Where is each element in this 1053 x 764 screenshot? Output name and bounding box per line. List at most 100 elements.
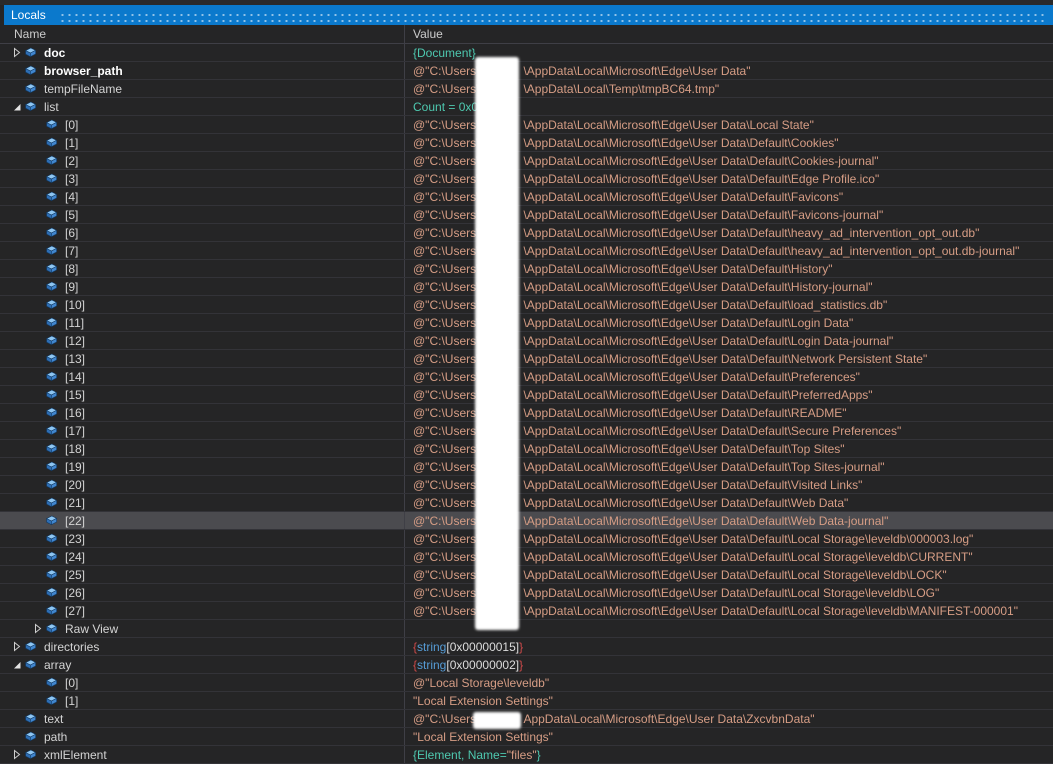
variable-value[interactable]: @"Local Storage\leveldb" [405, 674, 1053, 691]
name-cell[interactable]: [24] [0, 548, 405, 565]
variable-value[interactable]: {string [0x00000015]} [405, 638, 1053, 655]
variable-row[interactable]: [19] @"C:\Users\ \AppData\Local\Microsoft… [0, 458, 1053, 476]
variable-row[interactable]: directories {string [0x00000015]} [0, 638, 1053, 656]
column-header-value[interactable]: Value [405, 25, 1053, 43]
name-cell[interactable]: [1] [0, 692, 405, 709]
variable-row[interactable]: [1] @"C:\Users\ \AppData\Local\Microsoft\… [0, 134, 1053, 152]
tool-window-titlebar[interactable]: Locals [0, 5, 1053, 25]
name-cell[interactable]: [14] [0, 368, 405, 385]
variable-row[interactable]: list Count = 0x0 [0, 98, 1053, 116]
variable-row[interactable]: [27] @"C:\Users\ \AppData\Local\Microsoft… [0, 602, 1053, 620]
name-cell[interactable]: [17] [0, 422, 405, 439]
variable-row[interactable]: [10] @"C:\Users\ \AppData\Local\Microsoft… [0, 296, 1053, 314]
name-cell[interactable]: [18] [0, 440, 405, 457]
name-cell[interactable]: [22] [0, 512, 405, 529]
variable-row[interactable]: [26] @"C:\Users\ \AppData\Local\Microsoft… [0, 584, 1053, 602]
column-header-name[interactable]: Name [0, 25, 405, 43]
variable-row[interactable]: browser_path @"C:\Users\ \AppData\Local\M… [0, 62, 1053, 80]
expander-expanded-icon[interactable] [10, 101, 24, 112]
name-cell[interactable]: [2] [0, 152, 405, 169]
variable-row[interactable]: [15] @"C:\Users\ \AppData\Local\Microsoft… [0, 386, 1053, 404]
expander-collapsed-icon[interactable] [10, 47, 24, 58]
expander-collapsed-icon[interactable] [10, 641, 24, 652]
variable-row[interactable]: [17] @"C:\Users\ \AppData\Local\Microsoft… [0, 422, 1053, 440]
name-cell[interactable]: [12] [0, 332, 405, 349]
name-cell[interactable]: path [0, 728, 405, 745]
variable-row[interactable]: [9] @"C:\Users\ \AppData\Local\Microsoft\… [0, 278, 1053, 296]
name-cell[interactable]: doc [0, 44, 405, 61]
variable-row[interactable]: tempFileName @"C:\Users\ \AppData\Local\T… [0, 80, 1053, 98]
variable-row[interactable]: [8] @"C:\Users\ \AppData\Local\Microsoft\… [0, 260, 1053, 278]
expander-collapsed-icon[interactable] [31, 623, 45, 634]
variable-row[interactable]: [21] @"C:\Users\ \AppData\Local\Microsoft… [0, 494, 1053, 512]
titlebar-drag-grip-dots[interactable] [57, 11, 1047, 22]
variable-row[interactable]: [18] @"C:\Users\ \AppData\Local\Microsoft… [0, 440, 1053, 458]
variable-row[interactable]: xmlElement {Element, Name= "files"} [0, 746, 1053, 764]
variable-value[interactable]: "Local Extension Settings" [405, 728, 1053, 745]
name-cell[interactable]: [9] [0, 278, 405, 295]
variable-value[interactable]: {Element, Name= "files"} [405, 746, 1053, 763]
name-cell[interactable]: [23] [0, 530, 405, 547]
variable-row[interactable]: [4] @"C:\Users\ \AppData\Local\Microsoft\… [0, 188, 1053, 206]
name-cell[interactable]: [4] [0, 188, 405, 205]
name-cell[interactable]: [6] [0, 224, 405, 241]
variable-row[interactable]: [2] @"C:\Users\ \AppData\Local\Microsoft\… [0, 152, 1053, 170]
name-cell[interactable]: [3] [0, 170, 405, 187]
variable-row[interactable]: doc {Document} [0, 44, 1053, 62]
value-segment: @"C:\Users\ [413, 81, 480, 96]
name-cell[interactable]: [25] [0, 566, 405, 583]
variable-value[interactable]: "Local Extension Settings" [405, 692, 1053, 709]
variable-row[interactable]: [25] @"C:\Users\ \AppData\Local\Microsoft… [0, 566, 1053, 584]
name-cell[interactable]: browser_path [0, 62, 405, 79]
name-cell[interactable]: [21] [0, 494, 405, 511]
name-cell[interactable]: [0] [0, 674, 405, 691]
name-cell[interactable]: [1] [0, 134, 405, 151]
variable-row[interactable]: [6] @"C:\Users\ \AppData\Local\Microsoft\… [0, 224, 1053, 242]
variable-row[interactable]: [20] @"C:\Users\ \AppData\Local\Microsoft… [0, 476, 1053, 494]
name-cell[interactable]: xmlElement [0, 746, 405, 763]
name-cell[interactable]: [19] [0, 458, 405, 475]
name-cell[interactable]: [11] [0, 314, 405, 331]
variable-row[interactable]: [7] @"C:\Users\ \AppData\Local\Microsoft\… [0, 242, 1053, 260]
name-cell[interactable]: [8] [0, 260, 405, 277]
variable-row[interactable]: Raw View [0, 620, 1053, 638]
name-cell[interactable]: Raw View [0, 620, 405, 637]
variable-row[interactable]: [14] @"C:\Users\ \AppData\Local\Microsoft… [0, 368, 1053, 386]
name-cell[interactable]: [15] [0, 386, 405, 403]
variable-row[interactable]: [16] @"C:\Users\ \AppData\Local\Microsoft… [0, 404, 1053, 422]
name-cell[interactable]: [16] [0, 404, 405, 421]
variable-value[interactable]: {string [0x00000002]} [405, 656, 1053, 673]
name-cell[interactable]: [5] [0, 206, 405, 223]
variable-row[interactable]: [13] @"C:\Users\ \AppData\Local\Microsoft… [0, 350, 1053, 368]
variable-row[interactable]: [5] @"C:\Users\ \AppData\Local\Microsoft\… [0, 206, 1053, 224]
value-segment: @"C:\Users\ [413, 513, 480, 528]
variable-row[interactable]: [23] @"C:\Users\ \AppData\Local\Microsoft… [0, 530, 1053, 548]
expander-expanded-icon[interactable] [10, 659, 24, 670]
name-cell[interactable]: [13] [0, 350, 405, 367]
name-cell[interactable]: [26] [0, 584, 405, 601]
value-segment: @"C:\Users\ [413, 531, 480, 546]
variable-row[interactable]: [3] @"C:\Users\ \AppData\Local\Microsoft\… [0, 170, 1053, 188]
variable-row[interactable]: [0] @"Local Storage\leveldb" [0, 674, 1053, 692]
variable-row[interactable]: [11] @"C:\Users\ \AppData\Local\Microsoft… [0, 314, 1053, 332]
variable-row[interactable]: [12] @"C:\Users\ \AppData\Local\Microsoft… [0, 332, 1053, 350]
variable-row[interactable]: [1] "Local Extension Settings" [0, 692, 1053, 710]
name-cell[interactable]: directories [0, 638, 405, 655]
variable-row[interactable]: [24] @"C:\Users\ \AppData\Local\Microsoft… [0, 548, 1053, 566]
name-cell[interactable]: tempFileName [0, 80, 405, 97]
name-cell[interactable]: [0] [0, 116, 405, 133]
value-segment: \AppData\Local\Microsoft\Edge\User Data\… [523, 495, 849, 510]
expander-collapsed-icon[interactable] [10, 749, 24, 760]
name-cell[interactable]: array [0, 656, 405, 673]
variable-row[interactable]: text @"C:\Users\ AppData\Local\Microsoft\… [0, 710, 1053, 728]
variable-row[interactable]: path "Local Extension Settings" [0, 728, 1053, 746]
variable-row[interactable]: [0] @"C:\Users\ \AppData\Local\Microsoft\… [0, 116, 1053, 134]
name-cell[interactable]: [7] [0, 242, 405, 259]
name-cell[interactable]: [20] [0, 476, 405, 493]
name-cell[interactable]: [27] [0, 602, 405, 619]
variable-row[interactable]: [22] @"C:\Users\ \AppData\Local\Microsoft… [0, 512, 1053, 530]
name-cell[interactable]: [10] [0, 296, 405, 313]
name-cell[interactable]: text [0, 710, 405, 727]
name-cell[interactable]: list [0, 98, 405, 115]
variable-row[interactable]: array {string [0x00000002]} [0, 656, 1053, 674]
